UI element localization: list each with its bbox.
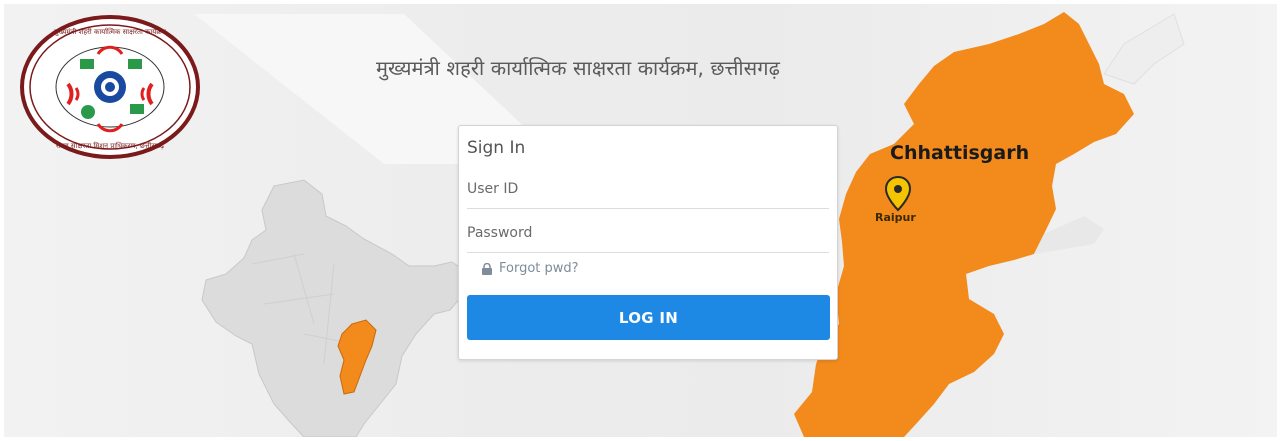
page-title: मुख्यमंत्री शहरी कार्यात्मिक साक्षरता का…: [376, 56, 781, 80]
state-label: Chhattisgarh: [890, 142, 1030, 164]
india-map: [201, 179, 465, 437]
forgot-password-label: Forgot pwd?: [499, 261, 579, 276]
login-button[interactable]: LOG IN: [467, 295, 830, 340]
logo-top-text: मुख्यमंत्री शहरी कार्यात्मिक साक्षरता का…: [54, 27, 167, 36]
forgot-password-link[interactable]: Forgot pwd?: [481, 261, 579, 276]
password-input[interactable]: [467, 214, 829, 253]
logo-seal: मुख्यमंत्री शहरी कार्यात्मिक साक्षरता का…: [20, 15, 200, 159]
signin-heading: Sign In: [467, 138, 526, 158]
map-pin-icon: [885, 176, 911, 212]
signin-panel: Sign In Forgot pwd? LOG IN: [458, 125, 838, 360]
page-background: मुख्यमंत्री शहरी कार्यात्मिक साक्षरता का…: [4, 4, 1277, 437]
lock-icon: [482, 262, 492, 275]
logo-bottom-text: राज्य साक्षरता मिशन प्राधिकरण, छत्तीसगढ़: [56, 141, 165, 150]
userid-input[interactable]: [467, 170, 829, 209]
city-label: Raipur: [875, 211, 916, 224]
